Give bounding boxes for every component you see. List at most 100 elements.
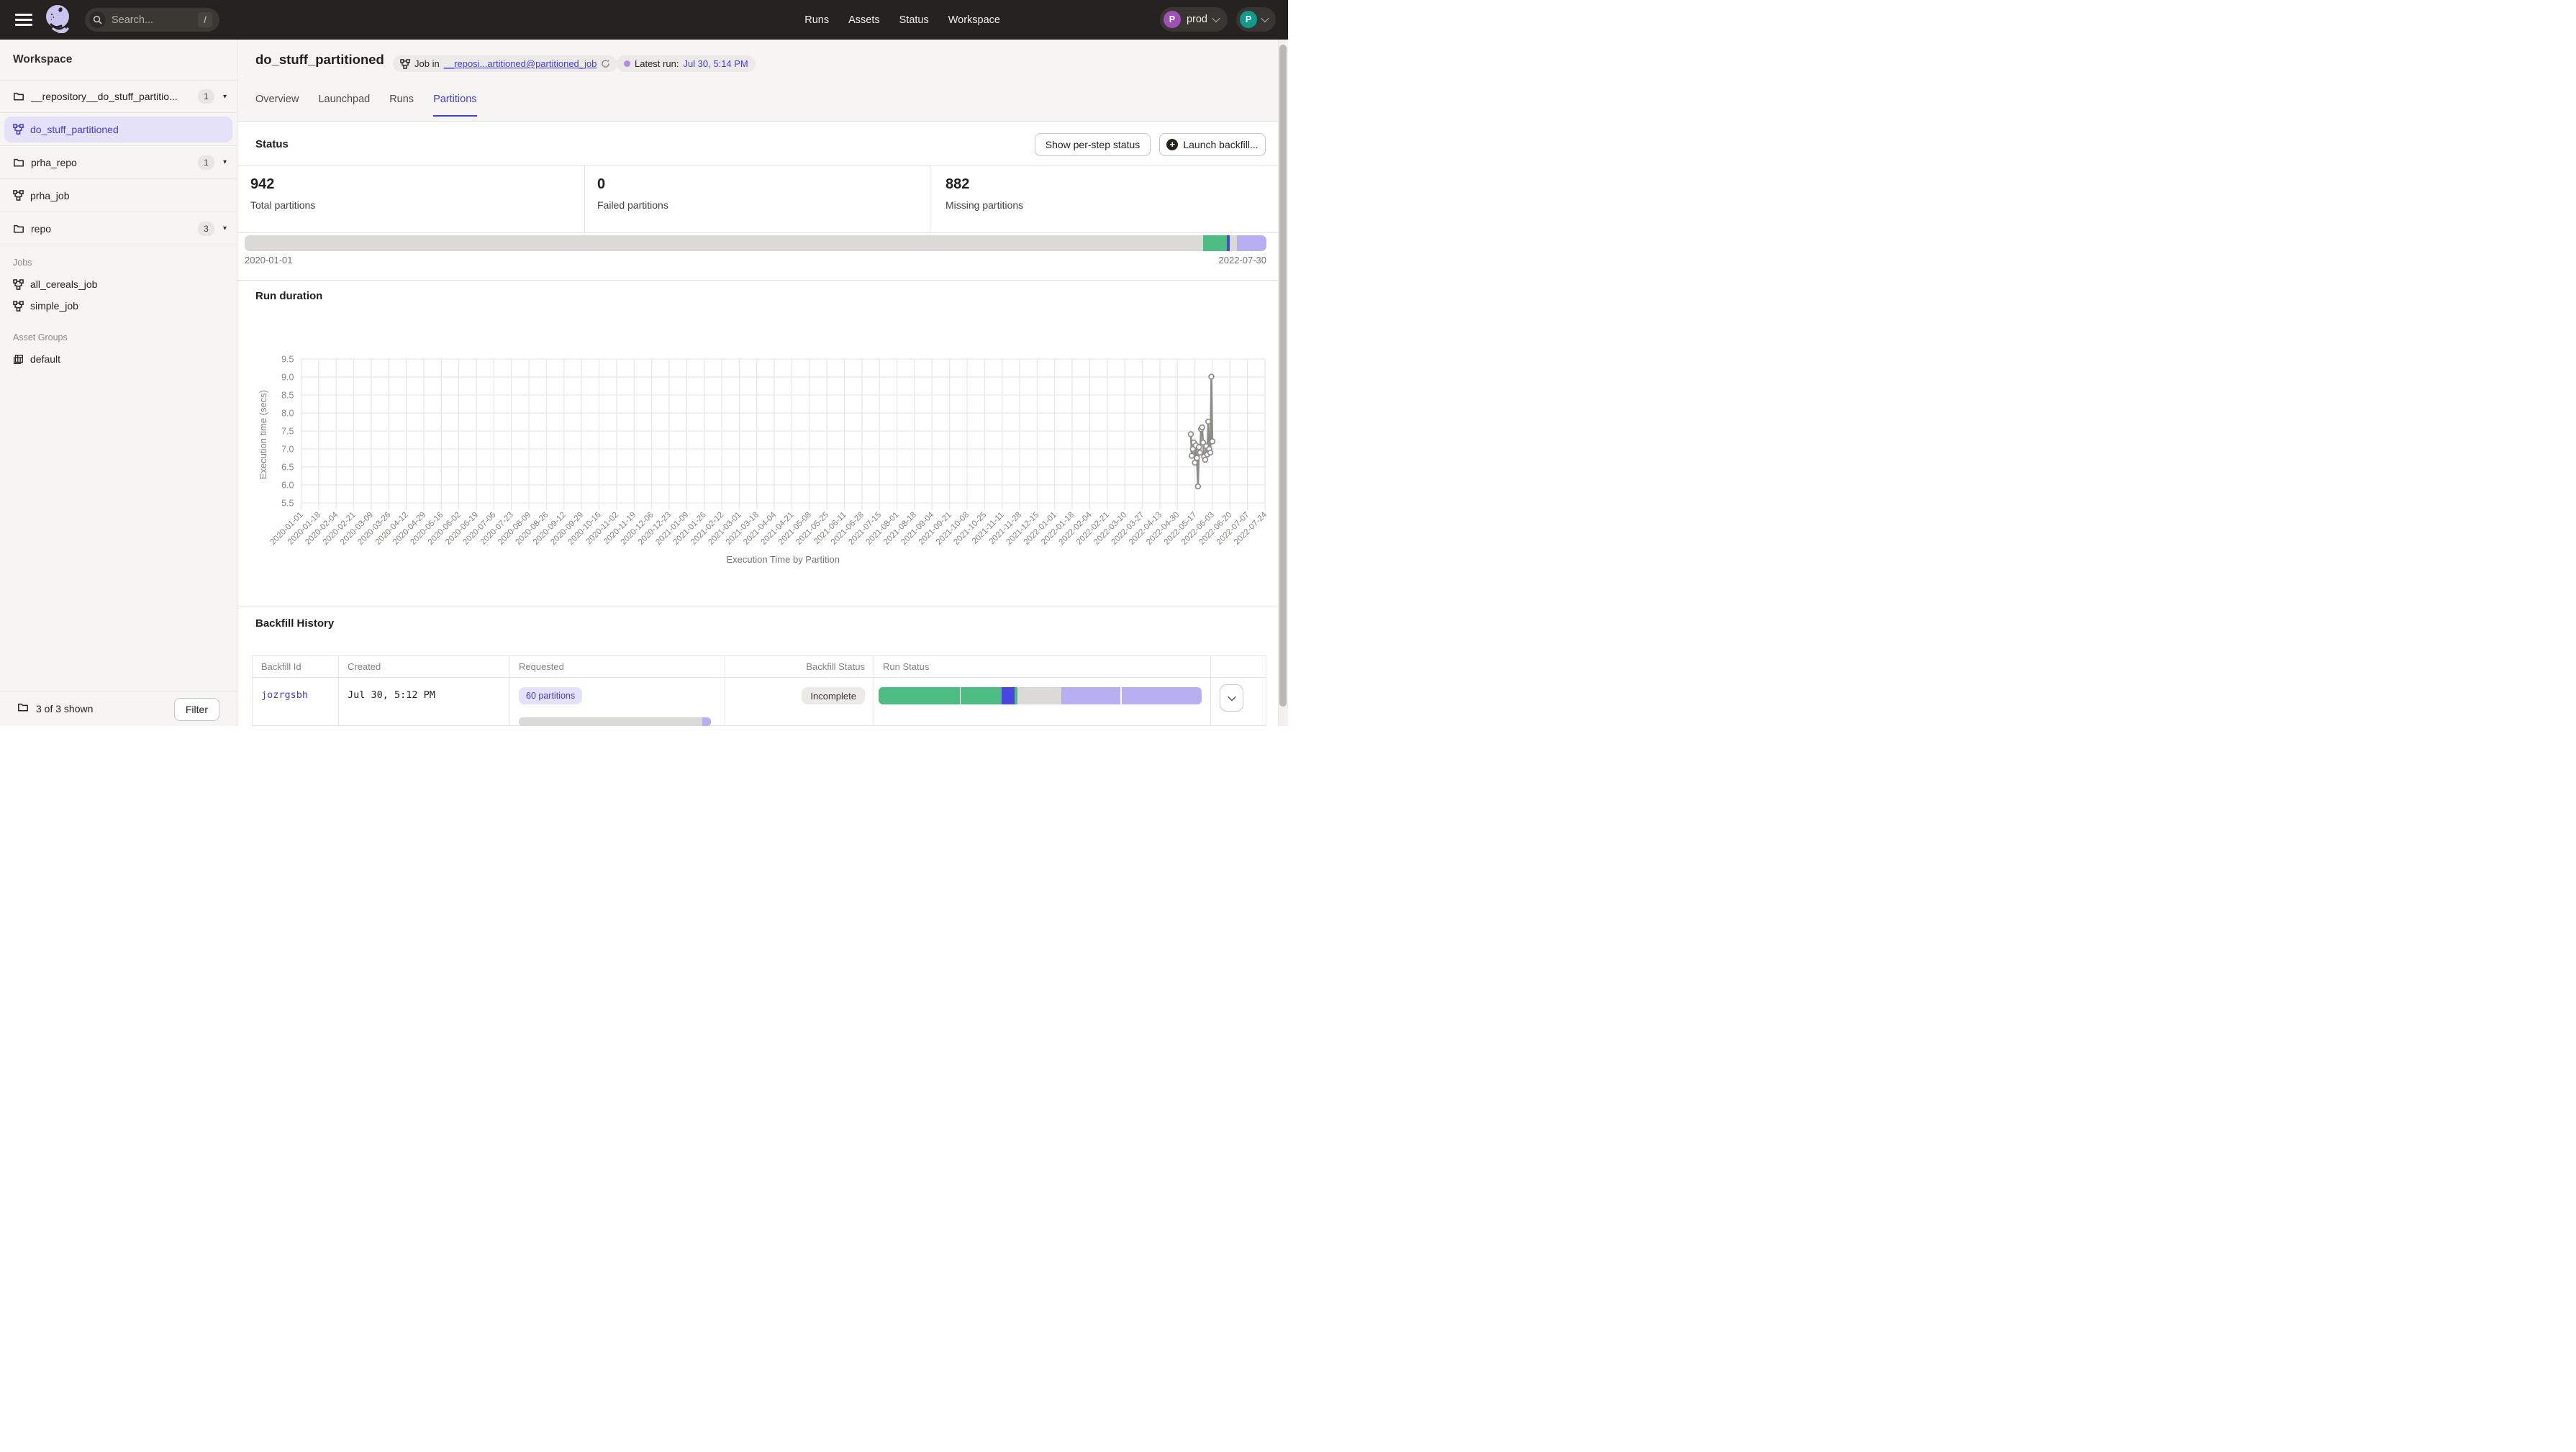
jobs-section-label: Jobs [0,258,237,268]
top-nav-links: Runs Assets Status Workspace [804,0,1000,40]
svg-text:7.0: 7.0 [281,445,294,455]
svg-text:Execution Time by Partition: Execution Time by Partition [726,554,840,565]
status-heading: Status [255,138,289,150]
col-run-status: Run Status [874,656,1211,677]
plus-circle-icon: + [1166,139,1178,150]
job-origin-link[interactable]: __reposi...artitioned@partitioned_job [444,58,597,69]
table-row: jozrgsbh Jul 30, 5:12 PM 60 partitions 2… [253,678,1266,726]
partition-range-start: 2020-01-01 [245,255,293,266]
table-header-row: Backfill Id Created Requested Backfill S… [253,656,1266,678]
tab-overview[interactable]: Overview [255,94,299,117]
dagster-app: / Runs Assets Status Workspace P prod P … [0,0,1288,726]
svg-text:6.5: 6.5 [281,463,294,473]
requested-range-bar [519,717,711,726]
filter-button[interactable]: Filter [174,698,219,721]
backfill-requested-cell: 60 partitions 2020-01-01 2022-07-30 [510,678,725,726]
partition-status-bar[interactable] [245,235,1266,251]
partition-status-segment [245,235,1203,251]
page-title: do_stuff_partitioned [255,52,384,68]
show-per-step-status-button[interactable]: Show per-step status [1035,133,1151,156]
chart-svg: 5.56.06.57.07.58.08.59.09.52020-01-01202… [237,309,1288,583]
stat-label: Failed partitions [597,199,668,211]
chevron-down-icon [1261,14,1269,22]
tab-runs[interactable]: Runs [389,94,414,117]
sidebar-items: __repository__do_stuff_partitio...1▾ do_s… [0,80,237,245]
workspace-sidebar: Workspace __repository__do_stuff_partiti… [0,40,237,726]
nav-runs[interactable]: Runs [804,14,829,26]
sidebar-asset-groups: default [0,348,237,370]
sidebar-item-repo[interactable]: repo3▾ [0,212,237,245]
run-status-dot [624,60,630,67]
item-label: simple_job [30,300,78,312]
divider [237,232,1278,233]
stat-value: 942 [250,176,315,193]
folder-icon [17,702,29,717]
run-duration-heading: Run duration [255,290,322,302]
requested-range-segment [519,717,702,726]
partition-status-segment [1230,235,1237,251]
stat-missing-partitions: 882 Missing partitions [945,176,1023,211]
launch-backfill-label: Launch backfill... [1183,139,1258,150]
sidebar-item-prha-repo[interactable]: prha_repo1▾ [0,146,237,179]
folder-icon [13,91,24,102]
tab-partitions[interactable]: Partitions [433,94,476,117]
run-status-cell [874,678,1211,726]
nav-workspace[interactable]: Workspace [948,14,1000,26]
svg-text:6.0: 6.0 [281,481,294,491]
sidebar-asset-group-default[interactable]: default [0,348,237,370]
svg-text:9.5: 9.5 [281,355,294,365]
expand-row-button[interactable] [1220,684,1243,712]
item-label: default [30,353,60,365]
stat-failed-partitions: 0 Failed partitions [597,176,668,211]
sidebar-job-simple_job[interactable]: simple_job [0,295,237,317]
user-menu[interactable]: P [1236,7,1276,32]
nav-assets[interactable]: Assets [848,14,880,26]
repo-count-text: 3 of 3 shown [36,703,93,714]
chevron-down-icon [1212,14,1220,22]
col-actions [1211,656,1266,677]
partition-status-segment [1237,235,1266,251]
nav-status[interactable]: Status [899,14,929,26]
stat-label: Missing partitions [945,199,1023,211]
col-created: Created [339,656,510,677]
svg-text:8.0: 8.0 [281,409,294,419]
backfill-history-heading: Backfill History [255,617,334,630]
deployment-switcher[interactable]: P prod [1160,7,1228,32]
item-count-badge: 3 [198,222,214,236]
latest-run-badge: Latest run: Jul 30, 5:14 PM [617,55,756,72]
user-avatar: P [1240,11,1257,28]
requested-partitions-badge[interactable]: 60 partitions [519,687,582,704]
dagster-logo-icon[interactable] [42,3,73,37]
backfill-status-cell: Incomplete [725,678,874,726]
page-scrollbar-thumb[interactable] [1279,45,1287,707]
reload-repository-icon[interactable] [601,59,610,68]
svg-text:8.5: 8.5 [281,391,294,401]
caret-down-icon[interactable]: ▾ [223,224,227,232]
chevron-down-icon [1228,693,1235,701]
caret-down-icon[interactable]: ▾ [223,93,227,101]
hamburger-menu-icon[interactable] [15,14,32,26]
job-origin-prefix: Job in [414,58,440,69]
sidebar-item-do-stuff-partitioned[interactable]: do_stuff_partitioned [0,113,237,146]
run-status-segment [1017,687,1061,704]
tab-launchpad[interactable]: Launchpad [318,94,370,117]
sidebar-item-label: do_stuff_partitioned [30,124,224,135]
caret-down-icon[interactable]: ▾ [223,158,227,166]
sidebar-jobs: all_cereals_job simple_job [0,273,237,317]
sidebar-item--repository-do-stuff-partitio-[interactable]: __repository__do_stuff_partitio...1▾ [0,80,237,113]
run-status-bar[interactable] [879,687,1202,704]
backfill-id-link[interactable]: jozrgsbh [253,678,339,726]
sidebar-item-prha-job[interactable]: prha_job [0,179,237,212]
sidebar-title: Workspace [0,40,237,80]
sidebar-job-all_cereals_job[interactable]: all_cereals_job [0,273,237,295]
search-input[interactable] [112,14,183,26]
svg-text:Execution time (secs): Execution time (secs) [258,390,268,479]
global-search[interactable]: / [85,8,219,32]
asset-groups-section-label: Asset Groups [0,332,237,342]
execution-time-chart: 5.56.06.57.07.58.08.59.09.52020-01-01202… [237,309,1288,583]
col-backfill-status: Backfill Status [725,656,874,677]
latest-run-time-link[interactable]: Jul 30, 5:14 PM [683,58,748,69]
job-tabs: Overview Launchpad Runs Partitions [255,94,477,117]
launch-backfill-button[interactable]: + Launch backfill... [1159,133,1266,156]
search-shortcut-key: / [198,12,212,27]
